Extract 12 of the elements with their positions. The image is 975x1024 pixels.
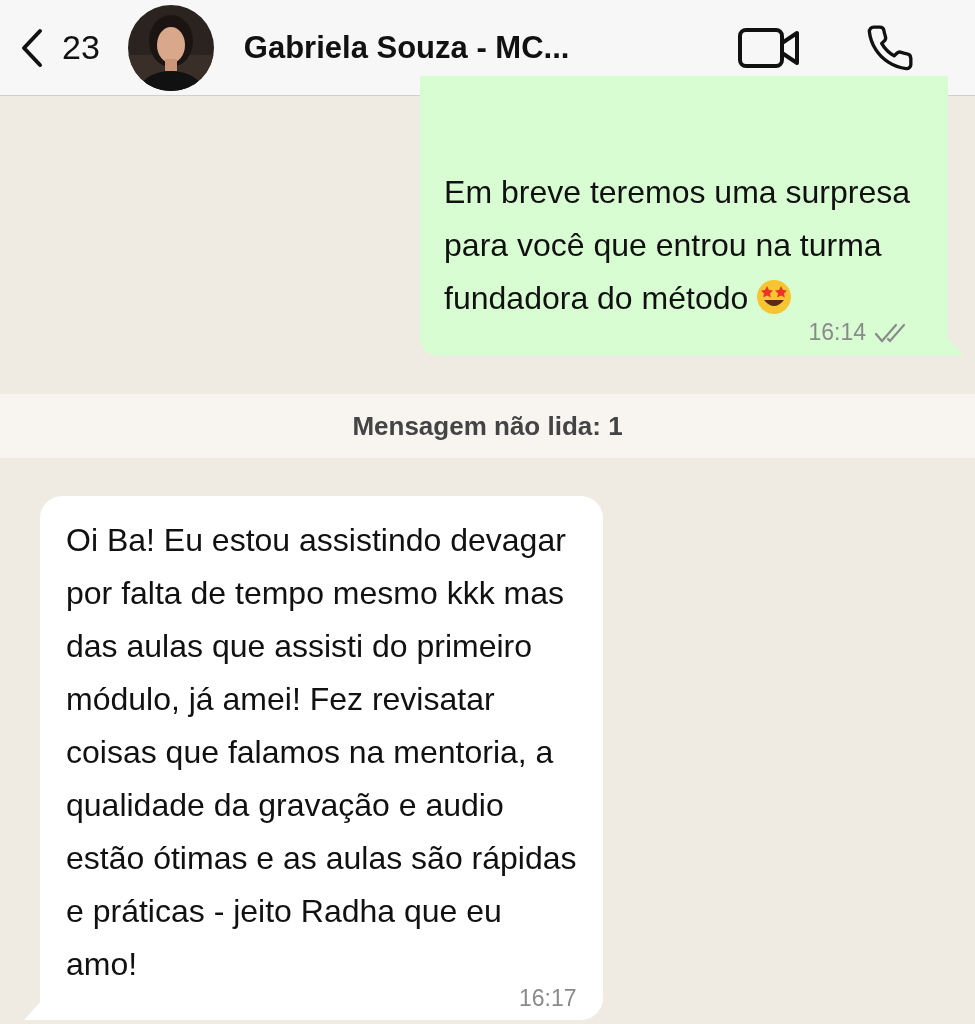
video-camera-icon [737,26,801,69]
back-chevron-icon [20,27,44,68]
message-time: 16:14 [808,319,866,346]
back-button[interactable]: 23 [20,27,100,68]
video-call-button[interactable] [737,26,801,69]
contact-name[interactable]: Gabriela Souza - MC... [243,29,737,66]
message-time: 16:17 [518,985,577,1012]
message-text: Em breve teremos uma surpresa para você que entrou na turma fundadora do método [444,173,910,318]
voice-call-button[interactable] [865,22,915,73]
phone-icon [865,22,915,73]
message-text: Oi Ba! Eu estou assistindo devagar por falta de tempo mesmo kkk mas das aulas que assisti do primeiro módulo, já amei! Fez revisatar coisas que falamos na mentoria, a qualidade da gravação e audio estão ótimas e as aulas são rápidas e práticas - jeito Radha que eu amo! [66,521,577,984]
unread-label: Mensagem não lida: 1 [352,410,623,442]
